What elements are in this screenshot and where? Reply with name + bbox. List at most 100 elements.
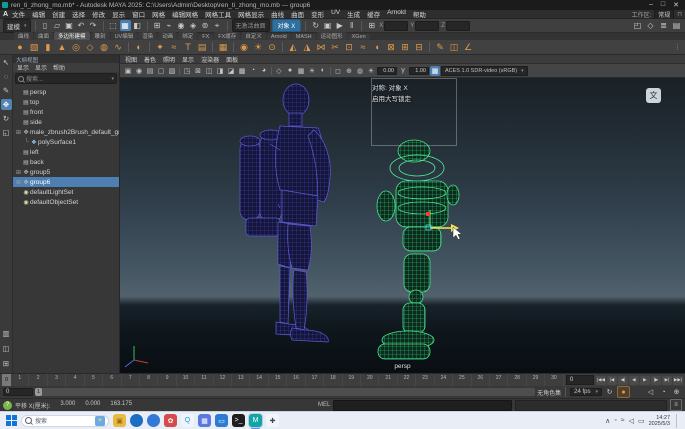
viewport-menu-item[interactable]: 视图 (125, 55, 137, 64)
channel-box-icon[interactable]: ▤ (671, 20, 682, 31)
poly-sphere-icon[interactable]: ● (14, 41, 26, 53)
boolean-icon[interactable]: ⊠ (385, 41, 397, 53)
menu-item[interactable]: 修改 (92, 9, 105, 19)
shaded-icon[interactable]: ● (285, 66, 295, 76)
menu-item[interactable]: 曲线 (271, 9, 284, 19)
frame-tick[interactable]: 29 (527, 374, 545, 386)
exposure-field[interactable]: 0.00 (377, 67, 397, 75)
outliner-layout-icon[interactable]: ⊞ (1, 358, 12, 369)
video-app-icon[interactable]: ▭ (215, 414, 228, 427)
light-icon[interactable]: ☀ (252, 41, 264, 53)
quick-layout-icon[interactable]: ⊞ (366, 20, 377, 31)
ime-indicator-icon[interactable]: 文 (646, 88, 661, 103)
menu-item[interactable]: 文件 (12, 9, 25, 19)
live-surface-field[interactable]: 无激活曲面 (232, 19, 270, 32)
outliner-item[interactable]: ▤ left (13, 147, 119, 157)
divider[interactable] (632, 387, 643, 397)
set-key-icon[interactable]: ⊕ (671, 387, 682, 397)
film-gate-icon[interactable]: ◨ (215, 66, 225, 76)
outliner-item[interactable]: ▤ front (13, 107, 119, 117)
menu-item[interactable]: 曲面 (291, 9, 304, 19)
shelf-tab[interactable]: 曲面 (34, 32, 53, 40)
shelf-tab[interactable]: 自定义 (241, 32, 266, 40)
outliner-item[interactable]: ⊞ ✥ group6 (13, 177, 119, 187)
gamma-field[interactable]: 1.00 (409, 67, 429, 75)
bevel-icon[interactable]: ◮ (301, 41, 313, 53)
workspace-lock-icon[interactable]: ⊓ (677, 11, 682, 18)
outliner-item[interactable]: ▤ side (13, 117, 119, 127)
show-desktop-button[interactable] (676, 414, 679, 428)
field-chart-icon[interactable]: ▩ (237, 66, 247, 76)
fps-dropdown[interactable]: 24 fps ▾ (570, 388, 602, 396)
render-frame-icon[interactable]: ▣ (322, 20, 333, 31)
frame-tick[interactable]: 27 (490, 374, 508, 386)
2d-pan-zoom-icon[interactable]: ◳ (182, 66, 192, 76)
playback-button[interactable]: |▶ (651, 376, 661, 385)
mute-icon[interactable]: ◁ (645, 387, 656, 397)
frame-tick[interactable]: 2 (29, 374, 47, 386)
lights-icon[interactable]: ☀ (307, 66, 317, 76)
multi-cut-icon[interactable]: ✂ (329, 41, 341, 53)
menu-item[interactable]: UV (331, 9, 340, 19)
viewport-menu-item[interactable]: 面板 (226, 55, 238, 64)
frame-tick[interactable]: 3 (48, 374, 66, 386)
frame-tick[interactable]: 5 (85, 374, 103, 386)
snip-tool-icon[interactable]: ✚ (266, 414, 279, 427)
construction-history-icon[interactable]: ↻ (310, 20, 321, 31)
select-object-icon[interactable]: ▦ (120, 20, 131, 31)
lasso-tool-icon[interactable]: ◌ (1, 71, 12, 82)
character-set-dropdown[interactable]: 无角色集 (537, 388, 561, 397)
color-app-icon[interactable]: ✿ (164, 414, 177, 427)
menu-item[interactable]: 选择 (72, 9, 85, 19)
type-text-icon[interactable]: T (182, 41, 194, 53)
help-icon[interactable]: ? (3, 401, 12, 410)
menu-item[interactable]: 编辑网格 (172, 9, 198, 19)
playback-loop-icon[interactable]: ↻ (604, 387, 615, 397)
exposure-icon[interactable]: ☀ (366, 66, 376, 76)
playback-button[interactable]: ▶▶| (673, 376, 683, 385)
snap-view-plane-icon[interactable]: ⊚ (200, 20, 211, 31)
oversan-icon[interactable]: ⊠ (193, 66, 203, 76)
select-component-icon[interactable]: ◧ (132, 20, 143, 31)
target-weld-icon[interactable]: ⊡ (343, 41, 355, 53)
frame-tick[interactable]: 25 (453, 374, 471, 386)
frame-tick[interactable]: 18 (324, 374, 342, 386)
frame-tick[interactable]: 1 (11, 374, 29, 386)
blue-sphere-app-icon[interactable] (147, 414, 160, 427)
ipr-render-icon[interactable]: ▶ (334, 20, 345, 31)
safe-title-icon[interactable]: ◕ (259, 66, 269, 76)
crease-icon[interactable]: ∠ (462, 41, 474, 53)
maya-home-icon[interactable]: A (3, 11, 8, 18)
menu-item[interactable]: 帮助 (413, 9, 426, 19)
frame-tick[interactable]: 28 (508, 374, 526, 386)
poly-cone-icon[interactable]: ▲ (56, 41, 68, 53)
xray-icon[interactable]: ◻ (333, 66, 343, 76)
frame-tick[interactable]: 21 (379, 374, 397, 386)
poly-cylinder-icon[interactable]: ▮ (42, 41, 54, 53)
frame-tick[interactable]: 13 (232, 374, 250, 386)
frame-tick[interactable]: 4 (66, 374, 84, 386)
outliner-item[interactable]: ▤ back (13, 157, 119, 167)
snap-point-icon[interactable]: ◉ (176, 20, 187, 31)
frame-tick[interactable]: 8 (140, 374, 158, 386)
edge-icon[interactable] (130, 414, 143, 427)
taskbar-search-box[interactable]: 搜索 ☀ (21, 415, 109, 427)
outliner-item[interactable]: ◉ defaultObjectSet (13, 197, 119, 207)
poly-plane-icon[interactable]: ◇ (84, 41, 96, 53)
menu-item[interactable]: 显示 (112, 9, 125, 19)
divider[interactable] (233, 42, 234, 52)
shelf-tab[interactable]: FX缓存 (214, 32, 240, 40)
outliner-menu-item[interactable]: 显示 (17, 63, 29, 72)
frame-tick[interactable]: 17 (306, 374, 324, 386)
divider[interactable] (271, 67, 272, 75)
safe-action-icon[interactable]: ◔ (248, 66, 258, 76)
attribute-editor-icon[interactable]: ≣ (658, 20, 669, 31)
menu-item[interactable]: 创建 (52, 9, 65, 19)
viewport-menu-item[interactable]: 显示 (182, 55, 194, 64)
outliner-item[interactable]: ⊞ ✥ group5 (13, 167, 119, 177)
poly-cube-icon[interactable]: ▧ (28, 41, 40, 53)
maya-icon[interactable]: M (249, 414, 262, 427)
shadows-icon[interactable]: ◐ (318, 66, 328, 76)
script-editor-icon[interactable]: ≡ (670, 399, 682, 411)
new-scene-icon[interactable]: ▯ (40, 20, 51, 31)
